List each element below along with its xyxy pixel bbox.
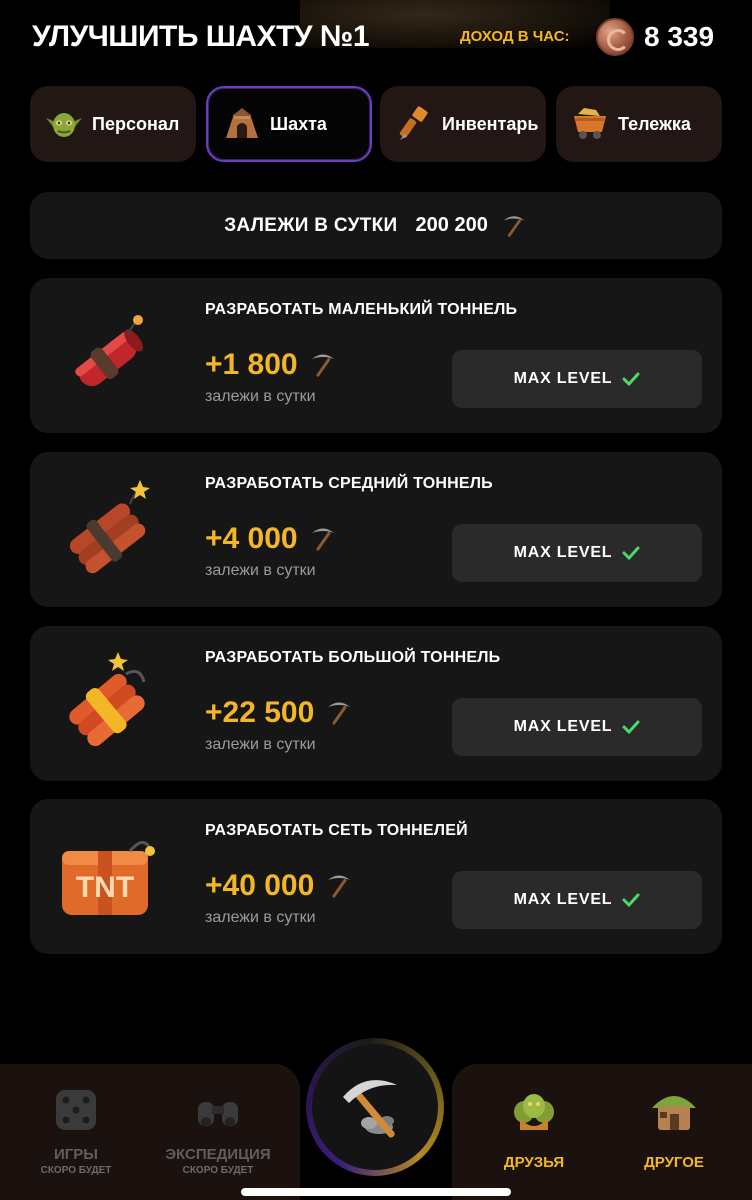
pickaxe-icon xyxy=(343,1080,397,1138)
nav-other[interactable]: ДРУГОЕ xyxy=(604,1084,744,1194)
home-indicator[interactable] xyxy=(241,1188,511,1196)
deposits-label: ЗАЛЕЖИ В СУТКИ xyxy=(224,214,398,236)
income-label: ДОХОД В ЧАС: xyxy=(460,28,570,45)
upgrade-amount-value: +1 800 xyxy=(205,348,298,381)
checkmark-icon xyxy=(622,546,640,561)
nav-label: ДРУГОЕ xyxy=(644,1154,704,1171)
max-level-label: MAX LEVEL xyxy=(513,891,613,908)
upgrade-card: TNT РАЗРАБОТАТЬ СЕТЬ ТОННЕЛЕЙ +40 000 за… xyxy=(30,799,722,954)
drill-icon xyxy=(399,106,428,140)
upgrade-card: РАЗРАБОТАТЬ СРЕДНИЙ ТОННЕЛЬ +4 000 залеж… xyxy=(30,452,722,607)
tab-mine[interactable]: Шахта xyxy=(206,86,372,162)
max-level-button[interactable]: MAX LEVEL xyxy=(452,871,702,929)
upgrade-amount: +1 800 xyxy=(205,348,338,382)
upgrade-title: РАЗРАБОТАТЬ СРЕДНИЙ ТОННЕЛЬ xyxy=(205,475,493,492)
pickaxe-icon xyxy=(311,528,334,551)
mine-main-button-inner xyxy=(312,1044,438,1170)
pickaxe-icon xyxy=(328,702,351,725)
deposits-value: 200 200 xyxy=(415,214,488,236)
mine-icon xyxy=(226,108,258,138)
hut-icon xyxy=(652,1096,696,1130)
upgrade-card: РАЗРАБОТАТЬ БОЛЬШОЙ ТОННЕЛЬ +22 500 зале… xyxy=(30,626,722,781)
daily-deposits-panel: ЗАЛЕЖИ В СУТКИ 200 200 xyxy=(30,192,722,259)
tab-label: Персонал xyxy=(92,113,180,134)
upgrade-amount: +4 000 xyxy=(205,522,338,556)
nav-friends[interactable]: ДРУЗЬЯ xyxy=(464,1084,604,1194)
max-level-button[interactable]: MAX LEVEL xyxy=(452,698,702,756)
copper-coin-icon xyxy=(596,18,634,56)
upgrade-amount-value: +4 000 xyxy=(205,522,298,555)
page-title: УЛУЧШИТЬ ШАХТУ №1 xyxy=(32,20,370,53)
max-level-button[interactable]: MAX LEVEL xyxy=(452,524,702,582)
upgrade-amount-value: +22 500 xyxy=(205,696,315,729)
upgrade-amount: +40 000 xyxy=(205,869,354,903)
dynamite-large-icon xyxy=(69,652,146,747)
upgrade-subtitle: залежи в сутки xyxy=(205,736,316,753)
nav-games[interactable]: ИГРЫ СКОРО БУДЕТ xyxy=(6,1084,146,1194)
upgrade-subtitle: залежи в сутки xyxy=(205,562,316,579)
nav-coming-soon: СКОРО БУДЕТ xyxy=(182,1165,254,1176)
tab-cart[interactable]: Тележка xyxy=(556,86,722,162)
dynamite-medium-icon xyxy=(69,480,150,574)
category-tabs: Персонал Шахта Инвентарь Тележка xyxy=(30,86,722,162)
upgrade-amount: +22 500 xyxy=(205,696,354,730)
tnt-box-icon: TNT xyxy=(62,841,155,915)
checkmark-icon xyxy=(622,720,640,735)
goblin-icon xyxy=(46,113,82,137)
tab-label: Шахта xyxy=(270,113,327,134)
pickaxe-icon xyxy=(328,875,351,898)
upgrade-subtitle: залежи в сутки xyxy=(205,388,316,405)
dice-icon xyxy=(56,1090,96,1130)
goblins-icon xyxy=(514,1094,554,1130)
max-level-label: MAX LEVEL xyxy=(513,718,613,735)
income-value: 8 339 xyxy=(644,21,715,52)
nav-coming-soon: СКОРО БУДЕТ xyxy=(40,1165,112,1176)
upgrade-title: РАЗРАБОТАТЬ МАЛЕНЬКИЙ ТОННЕЛЬ xyxy=(205,301,518,318)
checkmark-icon xyxy=(622,893,640,908)
upgrade-title: РАЗРАБОТАТЬ БОЛЬШОЙ ТОННЕЛЬ xyxy=(205,649,501,666)
mine-main-button[interactable] xyxy=(306,1038,444,1176)
pickaxe-icon xyxy=(311,354,334,377)
upgrade-title: РАЗРАБОТАТЬ СЕТЬ ТОННЕЛЕЙ xyxy=(205,822,468,839)
upgrade-subtitle: залежи в сутки xyxy=(205,909,316,926)
tab-label: Тележка xyxy=(618,113,691,134)
tab-personnel[interactable]: Персонал xyxy=(30,86,196,162)
max-level-button[interactable]: MAX LEVEL xyxy=(452,350,702,408)
header: УЛУЧШИТЬ ШАХТУ №1 ДОХОД В ЧАС: 8 339 xyxy=(0,0,752,80)
binoculars-icon xyxy=(198,1102,238,1127)
pickaxe-icon xyxy=(503,215,525,237)
nav-expedition[interactable]: ЭКСПЕДИЦИЯ СКОРО БУДЕТ xyxy=(148,1084,288,1194)
checkmark-icon xyxy=(622,372,640,387)
dynamite-small-icon xyxy=(75,315,143,387)
upgrade-card: РАЗРАБОТАТЬ МАЛЕНЬКИЙ ТОННЕЛЬ +1 800 зал… xyxy=(30,278,722,433)
nav-label: ДРУЗЬЯ xyxy=(503,1154,565,1171)
tab-inventory[interactable]: Инвентарь xyxy=(380,86,546,162)
upgrade-amount-value: +40 000 xyxy=(205,869,315,902)
nav-label: ИГРЫ xyxy=(54,1146,98,1163)
minecart-icon xyxy=(574,108,606,139)
max-level-label: MAX LEVEL xyxy=(513,370,613,387)
svg-text:TNT: TNT xyxy=(76,871,134,904)
tab-label: Инвентарь xyxy=(442,113,539,134)
nav-label: ЭКСПЕДИЦИЯ xyxy=(165,1146,271,1163)
max-level-label: MAX LEVEL xyxy=(513,544,613,561)
